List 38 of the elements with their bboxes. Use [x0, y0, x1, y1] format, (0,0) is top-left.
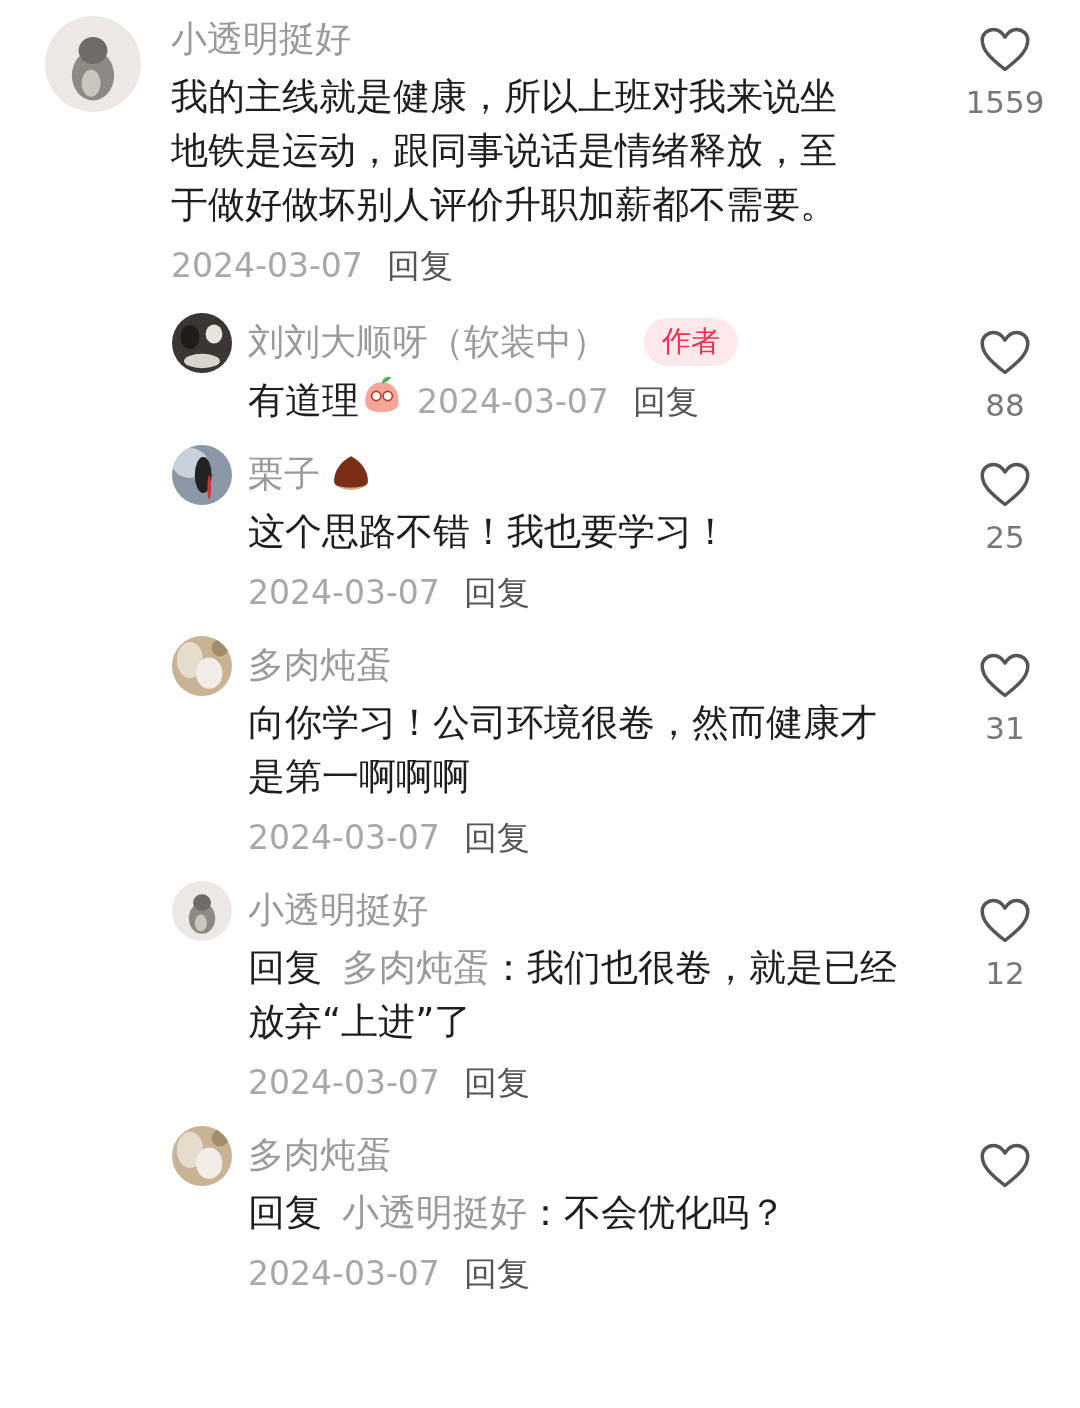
mentioned-username[interactable]: 多肉炖蛋 — [341, 946, 490, 989]
reply-link[interactable]: 回复 — [386, 246, 453, 285]
username[interactable]: 多肉炖蛋 — [248, 640, 392, 690]
comment-date: 2024-03-07 — [248, 818, 440, 857]
like-count: 12 — [985, 955, 1025, 991]
comment-text: 回复 多肉炖蛋：我们也很卷，就是已经放弃“上进”了 — [248, 946, 897, 1043]
like-count: 88 — [985, 387, 1025, 423]
comment-date: 2024-03-07 — [417, 382, 609, 421]
comment-date: 2024-03-07 — [171, 246, 363, 285]
username[interactable]: 小透明挺好 — [248, 885, 428, 935]
like-count: 25 — [985, 519, 1025, 555]
reply-link[interactable]: 回复 — [463, 818, 530, 857]
heart-icon[interactable] — [979, 652, 1031, 700]
heart-icon[interactable] — [979, 897, 1031, 945]
comment-text: 我的主线就是健康，所以上班对我来说坐地铁是运动，跟同事说话是情绪释放，至于做好做坏别人评价升职加薪都不需要。 — [171, 75, 837, 226]
comment-text: 有道理 — [248, 379, 359, 422]
comment-date: 2024-03-07 — [248, 573, 440, 612]
username[interactable]: 栗子 — [248, 449, 320, 499]
reply-link[interactable]: 回复 — [632, 382, 699, 421]
mentioned-username[interactable]: 小透明挺好 — [341, 1191, 527, 1234]
reply-link[interactable]: 回复 — [463, 1063, 530, 1102]
comment-date: 2024-03-07 — [248, 1254, 440, 1293]
heart-icon[interactable] — [979, 461, 1031, 509]
username[interactable]: 刘刘大顺呀（软装中） — [248, 317, 608, 367]
heart-icon[interactable] — [979, 329, 1031, 377]
comment-text: 这个思路不错！我也要学习！ — [248, 510, 729, 553]
reply-link[interactable]: 回复 — [463, 573, 530, 612]
heart-icon[interactable] — [979, 26, 1031, 74]
heart-icon[interactable] — [979, 1142, 1031, 1190]
reply-link[interactable]: 回复 — [463, 1254, 530, 1293]
comment-date: 2024-03-07 — [248, 1063, 440, 1102]
like-count: 1559 — [965, 84, 1045, 120]
username[interactable]: 多肉炖蛋 — [248, 1130, 392, 1180]
username[interactable]: 小透明挺好 — [171, 14, 351, 64]
comment-text: 回复 小透明挺好：不会优化吗？ — [248, 1191, 786, 1234]
like-count: 31 — [985, 710, 1025, 746]
author-badge: 作者 — [644, 318, 738, 366]
comment-text: 向你学习！公司环境很卷，然而健康才是第一啊啊啊 — [248, 701, 877, 798]
